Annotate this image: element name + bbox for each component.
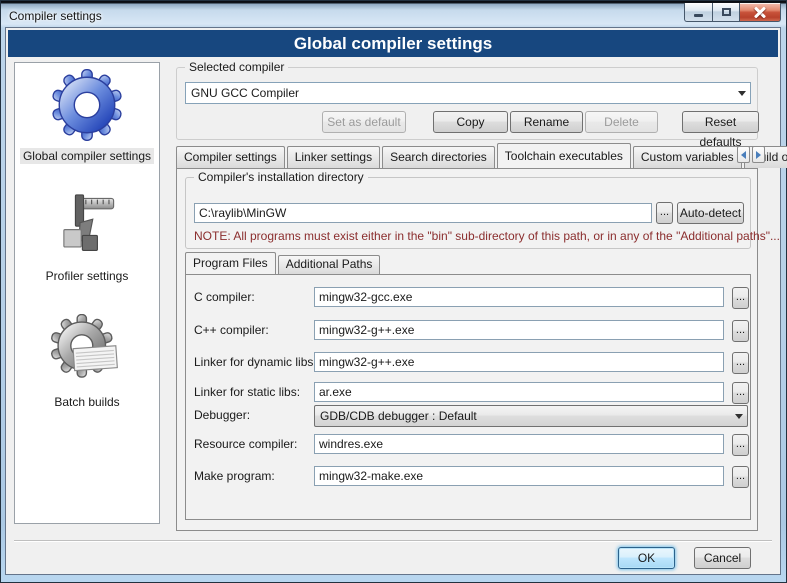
toolchain-executables-panel: Compiler's installation directory ... Au… [176,168,758,531]
settings-sidebar: Global compiler settings Profi [14,62,160,524]
make-program-browse-button[interactable]: ... [732,466,749,488]
ok-button[interactable]: OK [618,547,675,569]
window-frame: Compiler settings Global compiler settin… [0,0,787,583]
window-controls [684,3,781,22]
field-label: Make program: [194,469,275,483]
program-files-panel: C compiler: ... C++ compiler: ... Linker… [185,274,751,520]
field-row: C++ compiler: ... [186,320,750,342]
gray-gear-papers-icon [50,314,124,388]
set-as-default-button[interactable]: Set as default [322,111,406,133]
resource-compiler-input[interactable] [314,434,724,454]
tab-custom-variables[interactable]: Custom variables [633,146,742,168]
cpp-compiler-input[interactable] [314,320,724,340]
close-button[interactable] [740,3,781,22]
static-linker-browse-button[interactable]: ... [732,382,749,404]
cpp-compiler-browse-button[interactable]: ... [732,320,749,342]
minimize-button[interactable] [684,3,713,22]
field-label: Resource compiler: [194,437,297,451]
auto-detect-button[interactable]: Auto-detect [677,202,744,224]
installation-directory-browse-button[interactable]: ... [656,202,673,224]
program-tabs: Program Files Additional Paths [185,252,382,274]
close-icon [754,6,766,18]
field-row: Resource compiler: ... [186,434,750,456]
tab-compiler-settings[interactable]: Compiler settings [176,146,285,168]
make-program-input[interactable] [314,466,724,486]
sidebar-item-batch-builds[interactable]: Batch builds [50,314,124,410]
selected-compiler-group: Selected compiler GNU GCC Compiler Set a… [176,67,758,140]
field-label: Linker for static libs: [194,385,300,399]
field-label: Linker for dynamic libs: [194,355,317,369]
blue-gear-icon [50,68,124,142]
sidebar-item-profiler-settings[interactable]: Profiler settings [43,188,132,284]
installation-note: NOTE: All programs must exist either in … [194,229,780,243]
compiler-select[interactable]: GNU GCC Compiler [185,82,751,104]
cancel-button[interactable]: Cancel [694,547,751,569]
debugger-select-value: GDB/CDB debugger : Default [315,409,730,423]
page-title: Global compiler settings [8,30,778,57]
field-row: Debugger: GDB/CDB debugger : Default [186,405,750,427]
minimize-icon [694,14,703,17]
field-label: C compiler: [194,290,255,304]
chevron-down-icon [733,83,750,103]
tab-toolchain-executables[interactable]: Toolchain executables [497,143,631,168]
c-compiler-input[interactable] [314,287,724,307]
sidebar-item-label: Batch builds [51,394,122,410]
tab-search-directories[interactable]: Search directories [382,146,495,168]
tab-additional-paths[interactable]: Additional Paths [278,255,381,274]
settings-tabs: Compiler settings Linker settings Search… [176,143,758,168]
installation-directory-group-title: Compiler's installation directory [194,170,368,184]
resource-compiler-browse-button[interactable]: ... [732,434,749,456]
sidebar-item-global-compiler-settings[interactable]: Global compiler settings [20,68,154,164]
titlebar[interactable]: Compiler settings [0,3,787,27]
maximize-icon [722,8,731,16]
sidebar-item-label: Profiler settings [43,268,132,284]
c-compiler-browse-button[interactable]: ... [732,287,749,309]
compiler-select-value: GNU GCC Compiler [186,86,733,100]
tab-scroll-buttons [737,146,765,163]
dynamic-linker-input[interactable] [314,352,724,372]
field-row: Linker for dynamic libs: ... [186,352,750,374]
window-title: Compiler settings [9,9,102,23]
caliper-icon [50,188,124,262]
chevron-down-icon [730,406,747,426]
installation-directory-group: Compiler's installation directory ... Au… [185,177,751,249]
dialog-body: Global compiler settings [5,27,781,575]
tab-scroll-right-button[interactable] [752,146,765,163]
static-linker-input[interactable] [314,382,724,402]
tab-linker-settings[interactable]: Linker settings [287,146,380,168]
selected-compiler-group-title: Selected compiler [185,60,288,74]
reset-defaults-button[interactable]: Reset defaults [682,111,759,133]
footer-divider [14,540,772,541]
field-label: Debugger: [194,408,250,422]
triangle-left-icon [741,151,746,159]
dynamic-linker-browse-button[interactable]: ... [732,352,749,374]
tab-scroll-left-button[interactable] [737,146,750,163]
field-label: C++ compiler: [194,323,269,337]
field-row: Make program: ... [186,466,750,488]
rename-button[interactable]: Rename [510,111,583,133]
maximize-button[interactable] [713,3,740,22]
debugger-select[interactable]: GDB/CDB debugger : Default [314,405,748,427]
copy-button[interactable]: Copy [433,111,508,133]
delete-button[interactable]: Delete [585,111,658,133]
installation-directory-input[interactable] [194,203,652,223]
field-row: Linker for static libs: ... [186,382,750,404]
sidebar-item-label: Global compiler settings [20,148,154,164]
tab-program-files[interactable]: Program Files [185,252,276,274]
triangle-right-icon [756,151,761,159]
field-row: C compiler: ... [186,287,750,309]
